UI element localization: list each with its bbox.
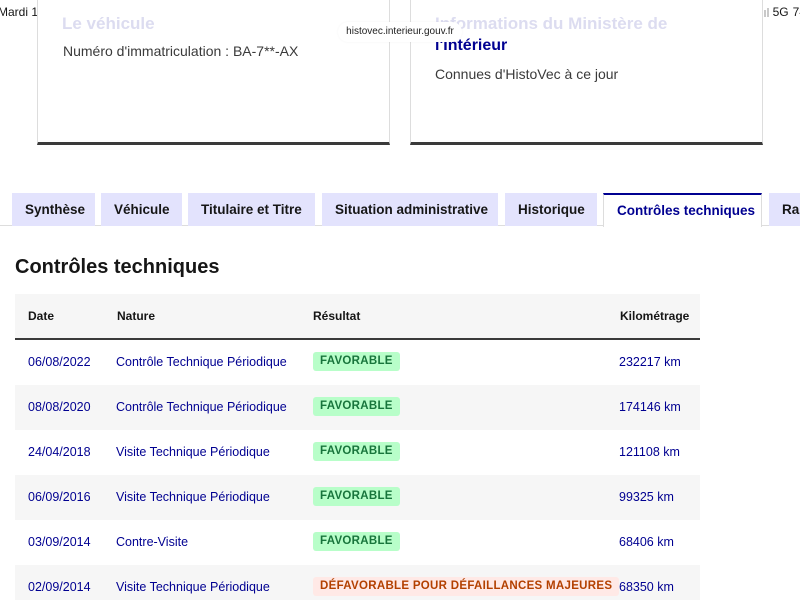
table-row: 24/04/2018 Visite Technique Périodique F…: [15, 430, 700, 475]
table-header: Date Nature Résultat Kilométrage: [15, 294, 700, 340]
network-label: 5G: [772, 5, 789, 19]
table-row: 03/09/2014 Contre-Visite FAVORABLE 68406…: [15, 520, 700, 565]
row-nature: Visite Technique Périodique: [116, 490, 270, 504]
row-km: 121108 km: [619, 445, 680, 459]
result-badge: FAVORABLE: [313, 352, 400, 371]
header-result: Résultat: [313, 309, 361, 323]
row-km: 68406 km: [619, 535, 674, 549]
header-km: Kilométrage: [620, 309, 690, 323]
tab-titulaire[interactable]: Titulaire et Titre: [188, 193, 315, 226]
row-nature: Contrôle Technique Périodique: [116, 355, 287, 369]
tab-situation-administrative[interactable]: Situation administrative: [322, 193, 498, 226]
table-row: 06/09/2016 Visite Technique Périodique F…: [15, 475, 700, 520]
ministry-card-title-line1: Informations du Ministère de: [435, 14, 668, 33]
row-date: 06/09/2016: [28, 490, 91, 504]
page-title: Contrôles techniques: [15, 256, 220, 278]
tab-historique[interactable]: Historique: [505, 193, 597, 226]
tab-list: Synthèse Véhicule Titulaire et Titre Sit…: [0, 193, 800, 227]
table-row: 08/08/2020 Contrôle Technique Périodique…: [15, 385, 700, 430]
battery-level: 74: [792, 5, 800, 19]
row-nature: Visite Technique Périodique: [116, 445, 270, 459]
row-km: 99325 km: [619, 490, 674, 504]
table-row: 02/09/2014 Visite Technique Périodique D…: [15, 565, 700, 600]
row-date: 02/09/2014: [28, 580, 91, 594]
row-nature: Visite Technique Périodique: [116, 580, 270, 594]
tab-synthese[interactable]: Synthèse: [12, 193, 95, 226]
tab-vehicule[interactable]: Véhicule: [101, 193, 182, 226]
technical-inspections-table: Date Nature Résultat Kilométrage 06/08/2…: [15, 294, 700, 600]
url-bar[interactable]: histovec.interieur.gouv.fr: [338, 22, 462, 42]
ministry-card: Informations du Ministère de l'Intérieur…: [410, 0, 763, 145]
row-nature: Contrôle Technique Périodique: [116, 400, 287, 414]
result-badge: DÉFAVORABLE POUR DÉFAILLANCES MAJEURES: [313, 577, 620, 596]
row-km: 68350 km: [619, 580, 674, 594]
result-badge: FAVORABLE: [313, 532, 400, 551]
vehicle-card: Le véhicule Numéro d'immatriculation : B…: [37, 0, 390, 145]
tab-controles-techniques[interactable]: Contrôles techniques: [603, 193, 762, 227]
tab-rapport[interactable]: Rap: [769, 193, 800, 226]
header-date: Date: [28, 309, 55, 323]
table-row: 06/08/2022 Contrôle Technique Périodique…: [15, 340, 700, 385]
row-date: 08/08/2020: [28, 400, 91, 414]
row-date: 24/04/2018: [28, 445, 91, 459]
ministry-card-text: Connues d'HistoVec à ce jour: [435, 66, 619, 82]
registration-number: Numéro d'immatriculation : BA-7**-AX: [63, 43, 299, 59]
result-badge: FAVORABLE: [313, 487, 400, 506]
vehicle-card-title: Le véhicule: [62, 14, 155, 33]
row-date: 06/08/2022: [28, 355, 91, 369]
status-indicators: 5G 74: [757, 5, 800, 19]
result-badge: FAVORABLE: [313, 397, 400, 416]
row-km: 232217 km: [619, 355, 681, 369]
row-date: 03/09/2014: [28, 535, 91, 549]
result-badge: FAVORABLE: [313, 442, 400, 461]
row-km: 174146 km: [619, 400, 681, 414]
row-nature: Contre-Visite: [116, 535, 189, 549]
header-nature: Nature: [117, 309, 156, 323]
